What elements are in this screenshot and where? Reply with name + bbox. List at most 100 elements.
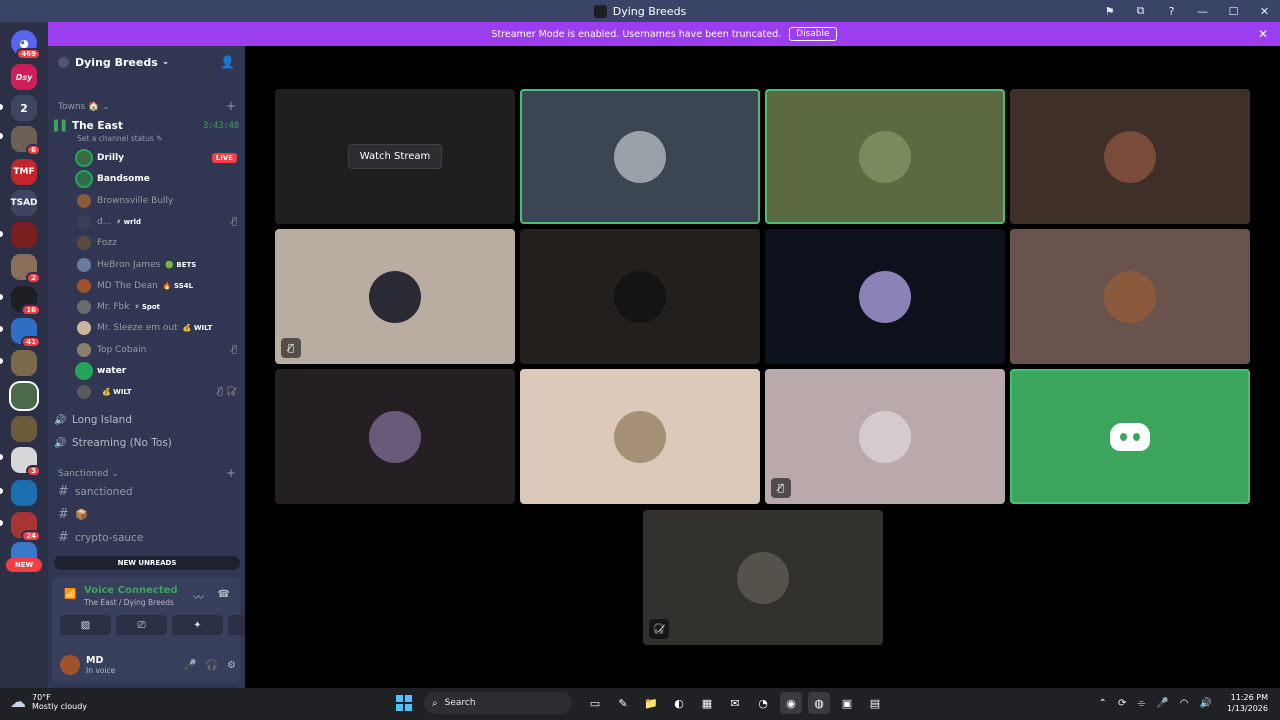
server-icon[interactable]: 2: [11, 254, 41, 284]
close-window-button[interactable]: ✕: [1249, 5, 1280, 18]
participant-tile[interactable]: [520, 229, 760, 364]
screen-share-icon[interactable]: ⧉: [1125, 4, 1156, 18]
participant-tile[interactable]: [1010, 89, 1250, 224]
direct-messages-button[interactable]: ◕ 469: [11, 30, 41, 60]
voice-member[interactable]: water: [77, 361, 237, 381]
server-icon[interactable]: [11, 222, 37, 248]
edge-browser-icon[interactable]: ◐: [668, 692, 690, 714]
participant-tile[interactable]: [520, 369, 760, 504]
volume-icon[interactable]: 🔊: [1200, 698, 1212, 709]
member-name: Fozz: [97, 238, 117, 249]
text-channel-sanctioned[interactable]: # sanctioned: [58, 484, 238, 499]
file-explorer-icon[interactable]: 📁: [640, 692, 662, 714]
settings-gear-icon[interactable]: ⚙: [227, 660, 236, 671]
participant-tile[interactable]: 🎙̸: [275, 229, 515, 364]
participant-tile[interactable]: [765, 89, 1005, 224]
voice-channel-the-east[interactable]: ▌▌ The East 3:43:48: [54, 120, 239, 132]
text-channel-box[interactable]: # 📦: [58, 507, 238, 522]
app-icon[interactable]: ◔: [752, 692, 774, 714]
create-channel-icon[interactable]: +: [226, 467, 236, 479]
voice-channel-streaming[interactable]: 🔊 Streaming (No Tos): [54, 437, 239, 449]
voice-member[interactable]: Drilly LIVE: [77, 148, 237, 168]
voice-member[interactable]: Mr. Fbk ⚡ Spot: [77, 297, 237, 317]
participant-tile[interactable]: Watch Stream: [275, 89, 515, 224]
weather-widget[interactable]: ☁ 70°F Mostly cloudy: [10, 692, 87, 711]
participant-tile[interactable]: [1010, 369, 1250, 504]
server-icon[interactable]: 3: [11, 447, 41, 477]
network-icon[interactable]: ⌯: [1137, 698, 1145, 709]
voice-member[interactable]: 💰 WILT 🎙̸ 🎧̸: [77, 382, 237, 402]
microphone-icon[interactable]: 🎤: [184, 660, 196, 671]
sync-icon[interactable]: ⟳: [1118, 698, 1126, 709]
participant-tile[interactable]: [275, 369, 515, 504]
camera-button[interactable]: ▨: [60, 615, 111, 635]
voice-channel-long-island[interactable]: 🔊 Long Island: [54, 414, 239, 426]
server-icon[interactable]: 41: [11, 318, 41, 348]
activities-button[interactable]: ✦: [172, 615, 223, 635]
participant-tile[interactable]: 🎧̸: [643, 510, 883, 645]
chevron-up-icon[interactable]: ⌃: [1099, 698, 1107, 709]
voice-member[interactable]: Fozz: [77, 233, 237, 253]
excel-icon[interactable]: ▤: [864, 692, 886, 714]
server-header[interactable]: Dying Breeds ⌄ 👤: [48, 46, 245, 78]
voice-member[interactable]: Bandsome: [77, 169, 237, 189]
voice-connected-status[interactable]: Voice Connected: [84, 585, 178, 596]
server-icon[interactable]: [11, 480, 37, 506]
disconnect-icon[interactable]: ☎: [218, 589, 230, 604]
participant-tile[interactable]: 🎙̸: [765, 369, 1005, 504]
screen-share-button[interactable]: ⎚: [116, 615, 167, 635]
taskbar-search[interactable]: ⌕ Search: [424, 692, 572, 714]
server-icon[interactable]: 24: [11, 512, 41, 542]
inbox-icon[interactable]: ⚑: [1094, 5, 1125, 18]
server-icon[interactable]: TSAD: [10, 190, 38, 216]
minimize-button[interactable]: —: [1187, 5, 1218, 18]
server-icon[interactable]: TMF: [11, 159, 37, 185]
channel-status[interactable]: Set a channel status ✎: [77, 134, 162, 143]
text-channel-crypto-sauce[interactable]: # crypto-sauce: [58, 530, 238, 545]
server-icon[interactable]: [11, 350, 37, 376]
task-view-icon[interactable]: ▭: [584, 692, 606, 714]
chrome-icon[interactable]: ◉: [780, 692, 802, 714]
participant-tile[interactable]: [765, 229, 1005, 364]
voice-connected-channel[interactable]: The East / Dying Breeds: [84, 598, 174, 607]
server-icon[interactable]: [11, 416, 37, 442]
server-folder[interactable]: 2: [11, 95, 37, 121]
voice-member[interactable]: Brownsville Bully: [77, 191, 237, 211]
mail-icon[interactable]: ✉: [724, 692, 746, 714]
connection-signal-icon[interactable]: 📶: [64, 589, 76, 600]
server-icon[interactable]: 6: [11, 126, 41, 156]
noise-suppression-icon[interactable]: 〰: [194, 589, 204, 604]
disable-streamer-mode-button[interactable]: Disable: [789, 27, 837, 41]
watch-stream-button[interactable]: Watch Stream: [347, 144, 443, 169]
participant-tile[interactable]: [520, 89, 760, 224]
store-icon[interactable]: ▦: [696, 692, 718, 714]
headphones-icon[interactable]: 🎧: [206, 660, 218, 671]
new-unreads-pill[interactable]: NEW: [6, 558, 42, 572]
participant-tile[interactable]: [1010, 229, 1250, 364]
new-unreads-button[interactable]: NEW UNREADS: [54, 556, 240, 570]
voice-member[interactable]: d... ⚡ wrld 🎙̸: [77, 212, 237, 232]
voice-member[interactable]: MD The Dean 🔥 SS4L: [77, 276, 237, 296]
voice-member[interactable]: HeBron James 🟢 BETS: [77, 255, 237, 275]
windows-start-icon[interactable]: [396, 695, 412, 711]
voice-member[interactable]: Top Cobain 🎙̸: [77, 340, 237, 360]
server-icon-active[interactable]: [11, 383, 37, 409]
server-icon[interactable]: Dsy: [11, 64, 37, 90]
steam-icon[interactable]: ▣: [836, 692, 858, 714]
guild-badge: 2: [26, 272, 41, 284]
create-channel-icon[interactable]: +: [226, 100, 236, 112]
clock[interactable]: 11:26 PM 1/13/2026: [1227, 692, 1268, 714]
maximize-button[interactable]: ☐: [1218, 5, 1249, 18]
microphone-icon[interactable]: 🎤: [1156, 698, 1168, 709]
voice-member[interactable]: Mr. Sleeze em out 💰 WILT: [77, 318, 237, 338]
server-icon[interactable]: 16: [11, 286, 41, 316]
category-sanctioned[interactable]: Sanctioned ⌄ +: [58, 467, 236, 479]
help-icon[interactable]: ?: [1156, 5, 1187, 18]
category-towns[interactable]: Towns 🏠 ⌄ +: [58, 100, 236, 112]
close-banner-icon[interactable]: ✕: [1258, 27, 1268, 41]
wifi-icon[interactable]: ◠: [1180, 698, 1189, 709]
avatar[interactable]: [60, 655, 80, 675]
copilot-icon[interactable]: ✎: [612, 692, 634, 714]
invite-people-icon[interactable]: 👤: [220, 55, 235, 69]
discord-taskbar-icon[interactable]: ◍: [808, 692, 830, 714]
